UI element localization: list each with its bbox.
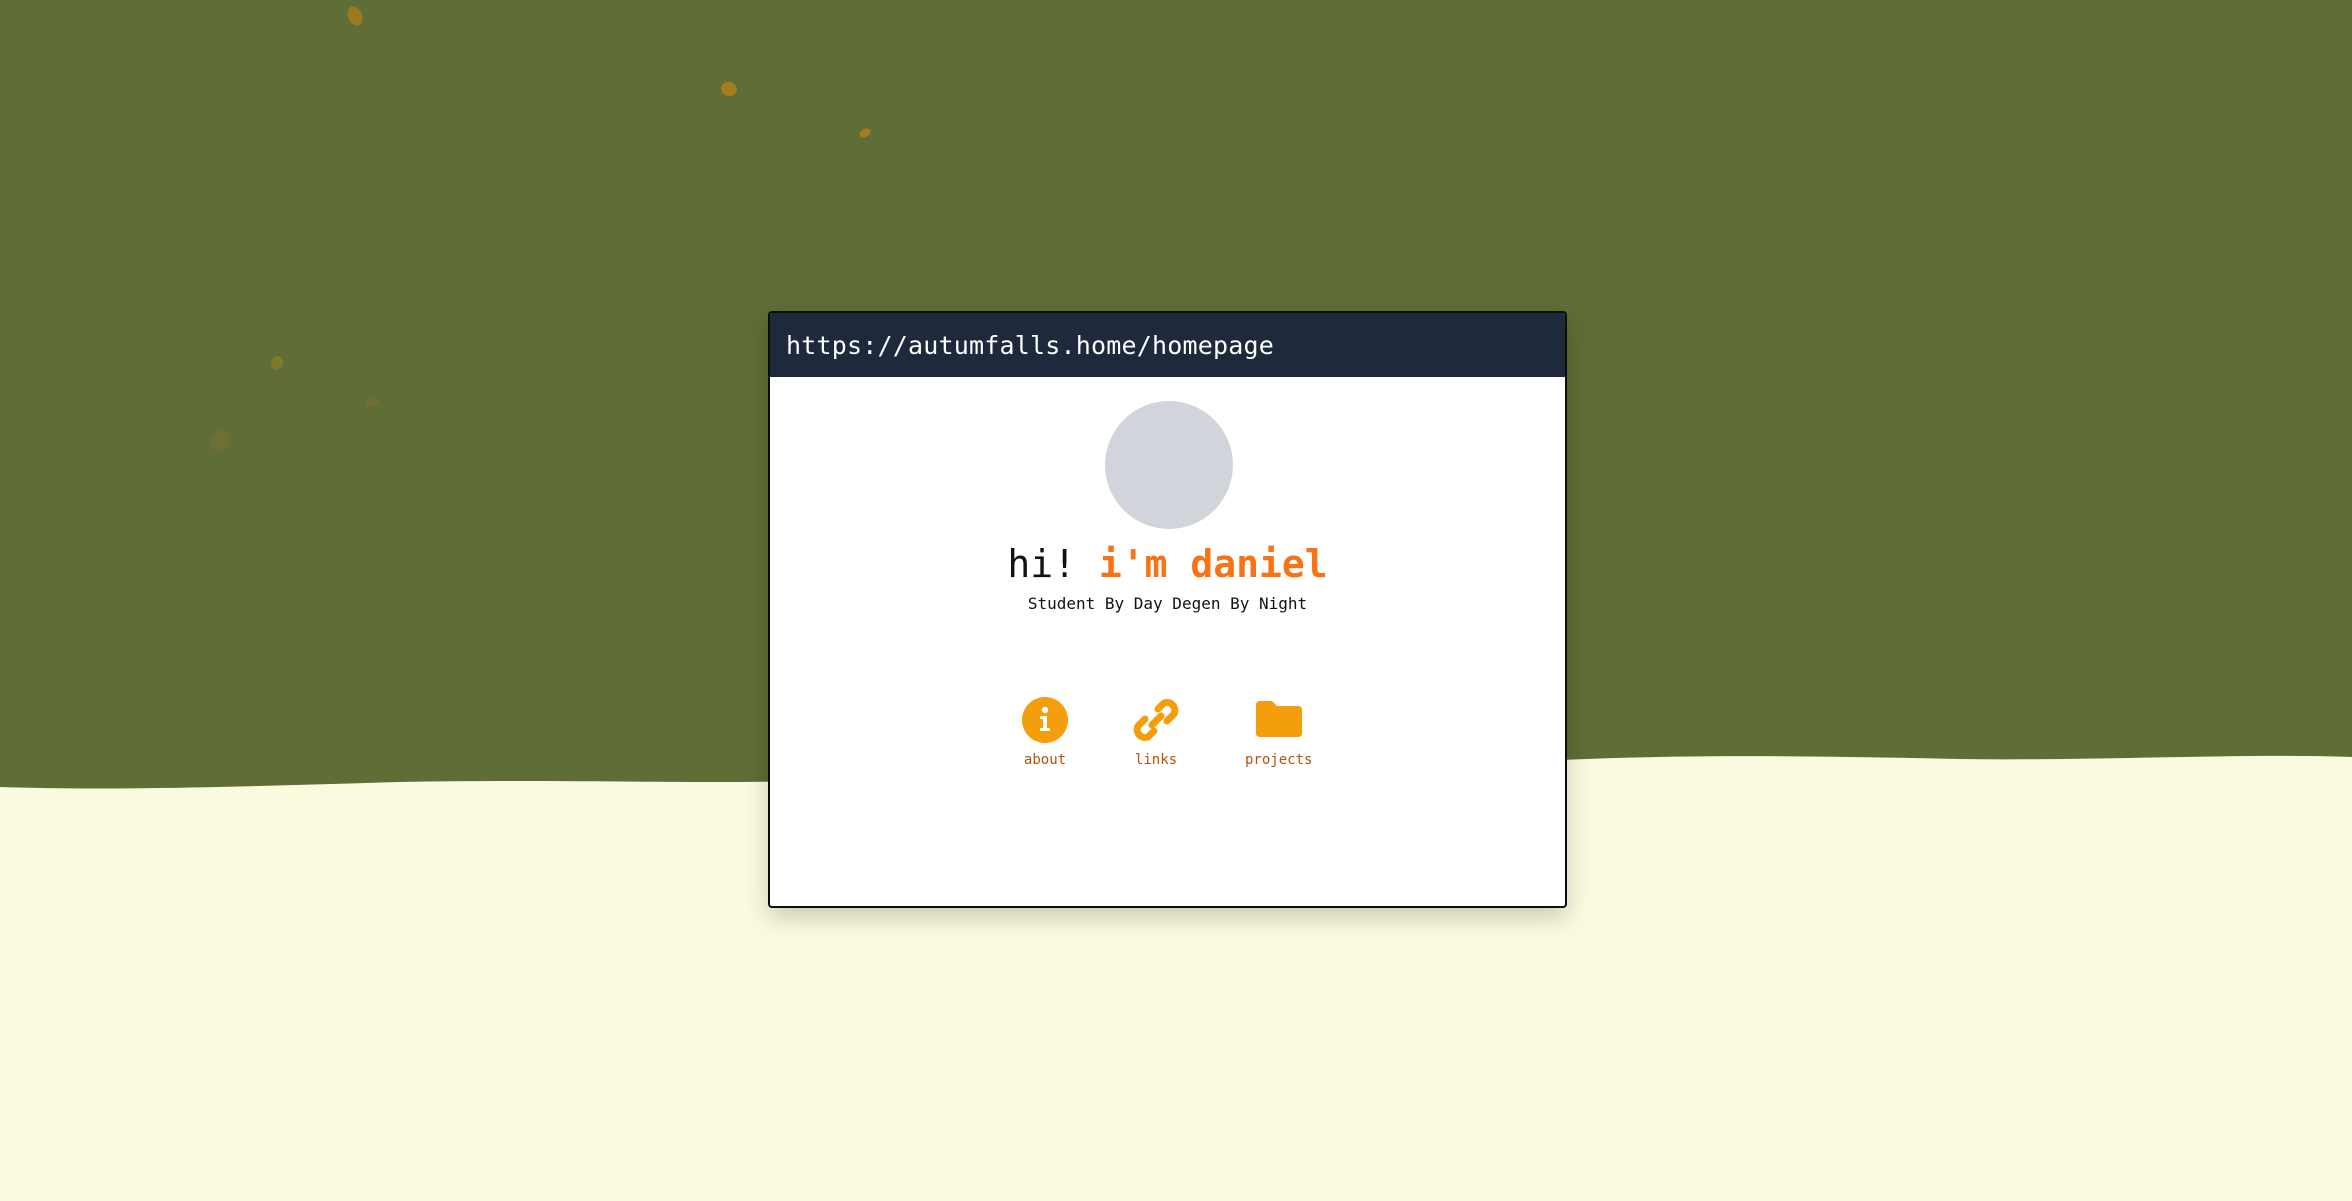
- nav-about-label: about: [1023, 752, 1067, 768]
- window-titlebar: https://autumfalls.home/homepage: [770, 313, 1565, 377]
- window-content: hi! i'm daniel Student By Day Degen By N…: [770, 377, 1565, 906]
- tagline: Student By Day Degen By Night: [1027, 594, 1308, 613]
- avatar: [1105, 401, 1233, 529]
- nav-links-button[interactable]: links: [1131, 695, 1181, 768]
- folder-icon: [1255, 701, 1302, 737]
- nav-about-button[interactable]: about: [1020, 695, 1070, 768]
- nav-links-label: links: [1134, 752, 1178, 768]
- nav-projects-button[interactable]: projects: [1245, 695, 1312, 768]
- info-icon: [1022, 697, 1068, 743]
- link-icon: [1133, 699, 1179, 741]
- url-text: https://autumfalls.home/homepage: [786, 330, 1275, 360]
- nav-projects-label: projects: [1245, 752, 1313, 768]
- desktop-background: https://autumfalls.home/homepage hi! i'm…: [0, 0, 2352, 1201]
- greeting-heading: hi! i'm daniel: [770, 540, 1565, 588]
- greeting-prefix: hi!: [1007, 542, 1076, 586]
- browser-window: https://autumfalls.home/homepage hi! i'm…: [768, 311, 1567, 908]
- greeting-name: i'm daniel: [1098, 542, 1328, 586]
